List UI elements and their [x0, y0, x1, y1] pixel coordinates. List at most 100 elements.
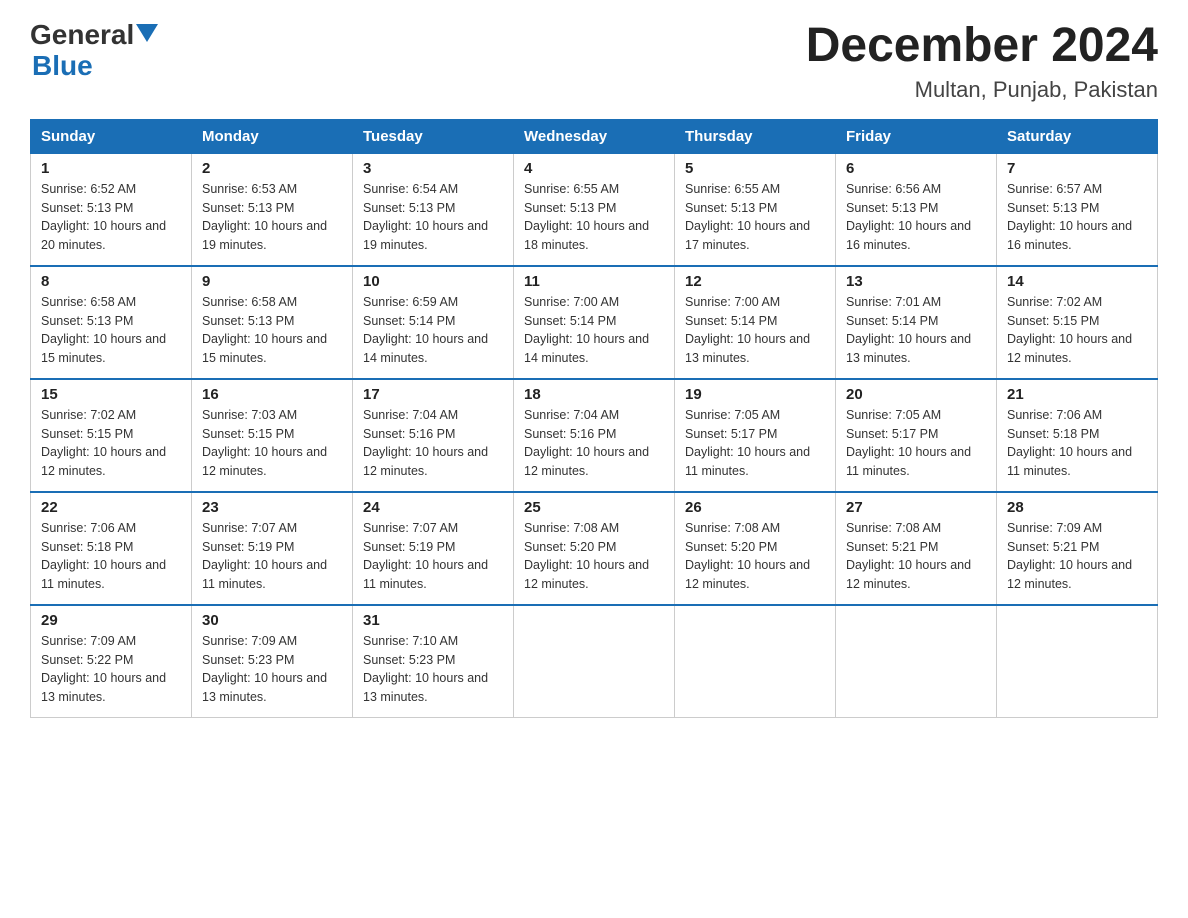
calendar-day-cell: 16 Sunrise: 7:03 AMSunset: 5:15 PMDaylig… — [192, 379, 353, 492]
calendar-day-cell: 12 Sunrise: 7:00 AMSunset: 5:14 PMDaylig… — [675, 266, 836, 379]
day-info: Sunrise: 6:57 AMSunset: 5:13 PMDaylight:… — [1007, 182, 1132, 252]
logo-blue: Blue — [32, 51, 93, 82]
day-info: Sunrise: 7:06 AMSunset: 5:18 PMDaylight:… — [1007, 408, 1132, 478]
day-number: 2 — [202, 160, 342, 177]
calendar-day-cell: 1 Sunrise: 6:52 AMSunset: 5:13 PMDayligh… — [31, 153, 192, 266]
logo-general: General — [30, 20, 134, 51]
day-number: 15 — [41, 386, 181, 403]
day-number: 12 — [685, 273, 825, 290]
calendar-day-cell — [836, 605, 997, 718]
day-number: 29 — [41, 612, 181, 629]
day-info: Sunrise: 7:06 AMSunset: 5:18 PMDaylight:… — [41, 521, 166, 591]
title-area: December 2024 Multan, Punjab, Pakistan — [806, 20, 1158, 103]
day-number: 10 — [363, 273, 503, 290]
calendar-day-cell: 11 Sunrise: 7:00 AMSunset: 5:14 PMDaylig… — [514, 266, 675, 379]
calendar-day-cell — [997, 605, 1158, 718]
day-number: 11 — [524, 273, 664, 290]
calendar-day-cell: 17 Sunrise: 7:04 AMSunset: 5:16 PMDaylig… — [353, 379, 514, 492]
calendar-day-cell: 19 Sunrise: 7:05 AMSunset: 5:17 PMDaylig… — [675, 379, 836, 492]
calendar-day-cell: 28 Sunrise: 7:09 AMSunset: 5:21 PMDaylig… — [997, 492, 1158, 605]
calendar-week-row: 8 Sunrise: 6:58 AMSunset: 5:13 PMDayligh… — [31, 266, 1158, 379]
calendar-day-header: Thursday — [675, 119, 836, 153]
day-info: Sunrise: 7:09 AMSunset: 5:22 PMDaylight:… — [41, 634, 166, 704]
day-info: Sunrise: 7:08 AMSunset: 5:21 PMDaylight:… — [846, 521, 971, 591]
logo-arrow-icon — [136, 24, 158, 42]
calendar-day-cell: 8 Sunrise: 6:58 AMSunset: 5:13 PMDayligh… — [31, 266, 192, 379]
day-info: Sunrise: 7:07 AMSunset: 5:19 PMDaylight:… — [363, 521, 488, 591]
day-info: Sunrise: 6:53 AMSunset: 5:13 PMDaylight:… — [202, 182, 327, 252]
day-info: Sunrise: 6:56 AMSunset: 5:13 PMDaylight:… — [846, 182, 971, 252]
day-number: 9 — [202, 273, 342, 290]
day-info: Sunrise: 7:08 AMSunset: 5:20 PMDaylight:… — [524, 521, 649, 591]
calendar-day-header: Saturday — [997, 119, 1158, 153]
day-number: 25 — [524, 499, 664, 516]
day-number: 7 — [1007, 160, 1147, 177]
day-number: 13 — [846, 273, 986, 290]
calendar-day-cell: 29 Sunrise: 7:09 AMSunset: 5:22 PMDaylig… — [31, 605, 192, 718]
day-info: Sunrise: 7:08 AMSunset: 5:20 PMDaylight:… — [685, 521, 810, 591]
day-info: Sunrise: 7:02 AMSunset: 5:15 PMDaylight:… — [41, 408, 166, 478]
calendar-day-cell: 25 Sunrise: 7:08 AMSunset: 5:20 PMDaylig… — [514, 492, 675, 605]
day-number: 31 — [363, 612, 503, 629]
day-number: 4 — [524, 160, 664, 177]
day-number: 3 — [363, 160, 503, 177]
calendar-day-cell — [514, 605, 675, 718]
day-number: 20 — [846, 386, 986, 403]
calendar-day-cell: 27 Sunrise: 7:08 AMSunset: 5:21 PMDaylig… — [836, 492, 997, 605]
day-number: 17 — [363, 386, 503, 403]
day-number: 28 — [1007, 499, 1147, 516]
page-subtitle: Multan, Punjab, Pakistan — [806, 77, 1158, 103]
page-header: General Blue December 2024 Multan, Punja… — [30, 20, 1158, 103]
day-number: 27 — [846, 499, 986, 516]
day-info: Sunrise: 6:54 AMSunset: 5:13 PMDaylight:… — [363, 182, 488, 252]
day-info: Sunrise: 7:09 AMSunset: 5:23 PMDaylight:… — [202, 634, 327, 704]
calendar-day-header: Wednesday — [514, 119, 675, 153]
day-number: 5 — [685, 160, 825, 177]
logo: General Blue — [30, 20, 158, 82]
calendar-header-row: SundayMondayTuesdayWednesdayThursdayFrid… — [31, 119, 1158, 153]
day-info: Sunrise: 6:58 AMSunset: 5:13 PMDaylight:… — [41, 295, 166, 365]
day-info: Sunrise: 7:00 AMSunset: 5:14 PMDaylight:… — [685, 295, 810, 365]
calendar-day-cell: 22 Sunrise: 7:06 AMSunset: 5:18 PMDaylig… — [31, 492, 192, 605]
calendar-week-row: 29 Sunrise: 7:09 AMSunset: 5:22 PMDaylig… — [31, 605, 1158, 718]
day-number: 8 — [41, 273, 181, 290]
calendar-week-row: 15 Sunrise: 7:02 AMSunset: 5:15 PMDaylig… — [31, 379, 1158, 492]
day-info: Sunrise: 7:01 AMSunset: 5:14 PMDaylight:… — [846, 295, 971, 365]
calendar-day-cell: 21 Sunrise: 7:06 AMSunset: 5:18 PMDaylig… — [997, 379, 1158, 492]
day-number: 22 — [41, 499, 181, 516]
day-number: 19 — [685, 386, 825, 403]
day-info: Sunrise: 7:09 AMSunset: 5:21 PMDaylight:… — [1007, 521, 1132, 591]
day-info: Sunrise: 7:02 AMSunset: 5:15 PMDaylight:… — [1007, 295, 1132, 365]
day-info: Sunrise: 7:00 AMSunset: 5:14 PMDaylight:… — [524, 295, 649, 365]
day-number: 21 — [1007, 386, 1147, 403]
day-number: 14 — [1007, 273, 1147, 290]
calendar-day-cell: 15 Sunrise: 7:02 AMSunset: 5:15 PMDaylig… — [31, 379, 192, 492]
calendar-day-cell: 4 Sunrise: 6:55 AMSunset: 5:13 PMDayligh… — [514, 153, 675, 266]
calendar-day-cell: 30 Sunrise: 7:09 AMSunset: 5:23 PMDaylig… — [192, 605, 353, 718]
day-info: Sunrise: 6:55 AMSunset: 5:13 PMDaylight:… — [685, 182, 810, 252]
calendar-day-cell: 3 Sunrise: 6:54 AMSunset: 5:13 PMDayligh… — [353, 153, 514, 266]
page-title: December 2024 — [806, 20, 1158, 73]
day-info: Sunrise: 7:10 AMSunset: 5:23 PMDaylight:… — [363, 634, 488, 704]
day-info: Sunrise: 6:59 AMSunset: 5:14 PMDaylight:… — [363, 295, 488, 365]
calendar-day-cell: 13 Sunrise: 7:01 AMSunset: 5:14 PMDaylig… — [836, 266, 997, 379]
day-info: Sunrise: 7:05 AMSunset: 5:17 PMDaylight:… — [685, 408, 810, 478]
calendar-day-cell: 10 Sunrise: 6:59 AMSunset: 5:14 PMDaylig… — [353, 266, 514, 379]
calendar-day-cell: 14 Sunrise: 7:02 AMSunset: 5:15 PMDaylig… — [997, 266, 1158, 379]
day-number: 1 — [41, 160, 181, 177]
day-number: 18 — [524, 386, 664, 403]
calendar-day-header: Tuesday — [353, 119, 514, 153]
day-info: Sunrise: 7:03 AMSunset: 5:15 PMDaylight:… — [202, 408, 327, 478]
calendar-day-cell: 20 Sunrise: 7:05 AMSunset: 5:17 PMDaylig… — [836, 379, 997, 492]
calendar-day-cell: 23 Sunrise: 7:07 AMSunset: 5:19 PMDaylig… — [192, 492, 353, 605]
calendar-day-cell: 2 Sunrise: 6:53 AMSunset: 5:13 PMDayligh… — [192, 153, 353, 266]
day-info: Sunrise: 6:58 AMSunset: 5:13 PMDaylight:… — [202, 295, 327, 365]
day-number: 6 — [846, 160, 986, 177]
calendar-table: SundayMondayTuesdayWednesdayThursdayFrid… — [30, 119, 1158, 718]
day-number: 24 — [363, 499, 503, 516]
calendar-day-cell — [675, 605, 836, 718]
calendar-week-row: 22 Sunrise: 7:06 AMSunset: 5:18 PMDaylig… — [31, 492, 1158, 605]
calendar-day-cell: 26 Sunrise: 7:08 AMSunset: 5:20 PMDaylig… — [675, 492, 836, 605]
calendar-day-header: Friday — [836, 119, 997, 153]
day-info: Sunrise: 7:04 AMSunset: 5:16 PMDaylight:… — [524, 408, 649, 478]
